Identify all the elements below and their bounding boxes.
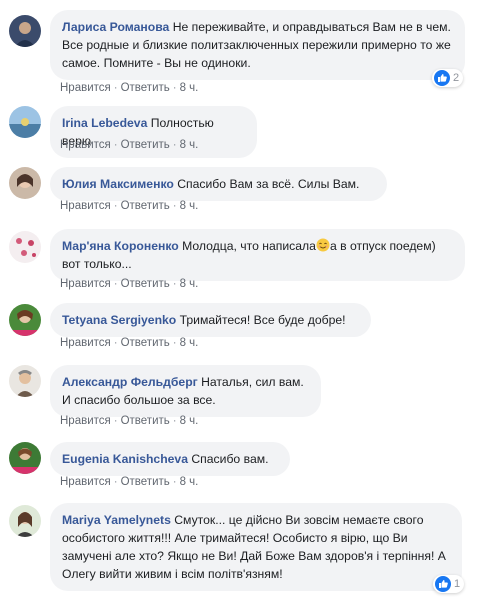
comment-actions: Нравится · Ответить · 8 ч. — [60, 82, 199, 94]
avatar[interactable] — [9, 505, 41, 537]
reaction-count[interactable]: 2 — [432, 69, 464, 87]
reply-link[interactable]: Ответить — [121, 139, 170, 151]
comment-text: Спасибо вам. — [191, 452, 269, 466]
reply-link[interactable]: Ответить — [121, 82, 170, 94]
like-link[interactable]: Нравится — [60, 476, 111, 488]
reply-link[interactable]: Ответить — [121, 476, 170, 488]
avatar[interactable] — [9, 442, 41, 474]
author-name[interactable]: Tetyana Sergiyenko — [62, 313, 176, 327]
avatar[interactable] — [9, 231, 41, 263]
comment-text: Спасибо Вам за всё. Силы Вам. — [177, 177, 360, 191]
like-link[interactable]: Нравится — [60, 200, 111, 212]
smiling-face-icon — [316, 238, 330, 252]
comment-actions: Нравится · Ответить · 8 ч. — [60, 139, 199, 151]
author-name[interactable]: Мар'яна Короненко — [62, 239, 179, 253]
like-icon — [435, 576, 451, 592]
comment-bubble: Мар'яна Короненко Молодца, что написала а… — [50, 229, 465, 281]
comment-text: Тримайтеся! Все буде добре! — [179, 313, 346, 327]
reply-link[interactable]: Ответить — [121, 337, 170, 349]
comment-bubble: Eugenia Kanishcheva Спасибо вам. — [50, 442, 290, 476]
reaction-number: 2 — [453, 72, 460, 84]
avatar[interactable] — [9, 167, 41, 199]
timestamp[interactable]: 8 ч. — [180, 476, 199, 488]
timestamp[interactable]: 8 ч. — [180, 337, 199, 349]
timestamp[interactable]: 8 ч. — [180, 415, 199, 427]
like-link[interactable]: Нравится — [60, 415, 111, 427]
avatar[interactable] — [9, 106, 41, 138]
comment-bubble: Mariya Yamelynets Смуток... це дійсно Ви… — [50, 503, 462, 591]
author-name[interactable]: Лариса Романова — [62, 20, 169, 34]
author-name[interactable]: Eugenia Kanishcheva — [62, 452, 188, 466]
comment-bubble: Лариса Романова Не переживайте, и оправд… — [50, 10, 465, 80]
comment-text: Молодца, что написала — [182, 239, 316, 253]
comment-bubble: Александр Фельдберг Наталья, сил вам. И … — [50, 365, 321, 417]
comment-actions: Нравится · Ответить · 8 ч. — [60, 415, 199, 427]
timestamp[interactable]: 8 ч. — [180, 200, 199, 212]
comment-bubble: Юлия Максименко Спасибо Вам за всё. Силы… — [50, 167, 387, 201]
reaction-count[interactable]: 1 — [433, 575, 465, 593]
timestamp[interactable]: 8 ч. — [180, 139, 199, 151]
timestamp[interactable]: 8 ч. — [180, 82, 199, 94]
like-link[interactable]: Нравится — [60, 337, 111, 349]
comment-actions: Нравится · Ответить · 8 ч. — [60, 476, 199, 488]
like-icon — [434, 70, 450, 86]
author-name[interactable]: Юлия Максименко — [62, 177, 174, 191]
like-link[interactable]: Нравится — [60, 278, 111, 290]
timestamp[interactable]: 8 ч. — [180, 278, 199, 290]
like-link[interactable]: Нравится — [60, 139, 111, 151]
comment-bubble: Tetyana Sergiyenko Тримайтеся! Все буде … — [50, 303, 371, 337]
comment-actions: Нравится · Ответить · 8 ч. — [60, 337, 199, 349]
like-link[interactable]: Нравится — [60, 82, 111, 94]
avatar[interactable] — [9, 15, 41, 47]
reply-link[interactable]: Ответить — [121, 200, 170, 212]
reaction-number: 1 — [454, 578, 461, 590]
author-name[interactable]: Mariya Yamelynets — [62, 513, 171, 527]
author-name[interactable]: Irina Lebedeva — [62, 116, 147, 130]
comment-actions: Нравится · Ответить · 8 ч. — [60, 278, 199, 290]
avatar[interactable] — [9, 365, 41, 397]
avatar[interactable] — [9, 304, 41, 336]
comment-actions: Нравится · Ответить · 8 ч. — [60, 200, 199, 212]
reply-link[interactable]: Ответить — [121, 278, 170, 290]
reply-link[interactable]: Ответить — [121, 415, 170, 427]
author-name[interactable]: Александр Фельдберг — [62, 375, 198, 389]
